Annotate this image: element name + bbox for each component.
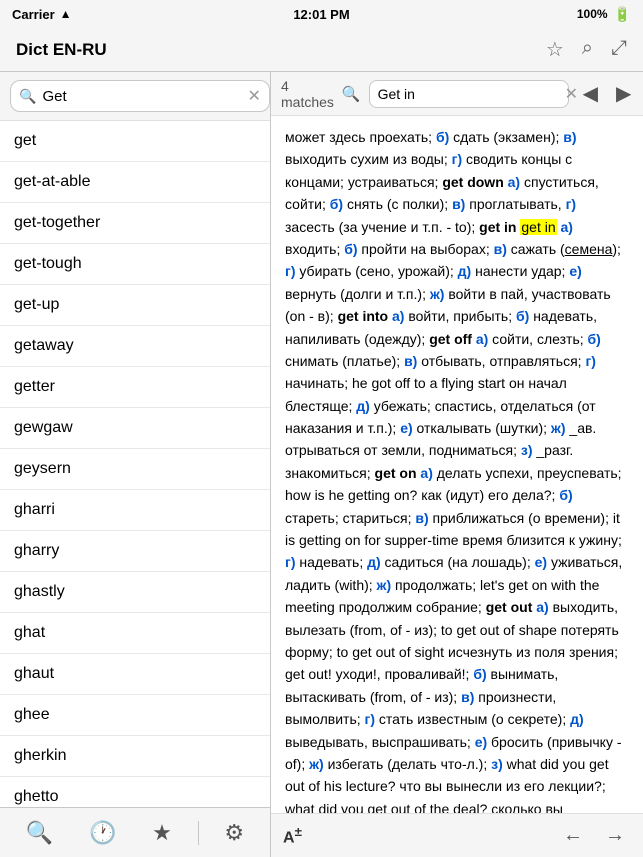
list-item[interactable]: gherkin (0, 736, 270, 777)
right-topbar: 4 matches 🔍 ✕ ◀ ▶ (271, 72, 643, 116)
search-term-box[interactable]: ✕ (369, 80, 569, 108)
list-item[interactable]: gewgaw (0, 408, 270, 449)
word-list: get get-at-able get-together get-tough g… (0, 121, 270, 807)
list-item[interactable]: ghat (0, 613, 270, 654)
prev-match-button[interactable]: ◀ (577, 79, 604, 108)
list-item[interactable]: gharri (0, 490, 270, 531)
list-item[interactable]: get-tough (0, 244, 270, 285)
status-time: 12:01 PM (293, 7, 349, 22)
list-item[interactable]: geysern (0, 449, 270, 490)
list-item[interactable]: get-up (0, 285, 270, 326)
star-icon[interactable]: ☆ (546, 37, 564, 62)
matches-count: 4 matches (281, 78, 334, 110)
history-toolbar-button[interactable]: 🕐 (79, 816, 126, 850)
main-container: 🔍 ✕ get get-at-able get-together get-tou… (0, 72, 643, 857)
list-item[interactable]: get-at-able (0, 162, 270, 203)
font-size-button[interactable]: A± (283, 824, 302, 847)
list-item[interactable]: getter (0, 367, 270, 408)
definition-text: может здесь проехать; б) сдать (экзамен)… (285, 126, 629, 813)
list-item[interactable]: ghastly (0, 572, 270, 613)
battery-label: 100% (577, 7, 608, 21)
bottom-toolbar: 🔍 🕐 ★ ⚙ (0, 807, 270, 857)
search-in-definition-icon: 🔍 (342, 85, 361, 103)
clear-search-button[interactable]: ✕ (247, 86, 260, 106)
list-item[interactable]: ghaut (0, 654, 270, 695)
expand-icon[interactable]: ⤢ (611, 37, 627, 62)
carrier-label: Carrier (12, 7, 55, 22)
app-title: Dict EN-RU (16, 40, 107, 60)
search-icon-small: 🔍 (19, 88, 36, 105)
next-page-button[interactable]: → (599, 822, 631, 849)
search-input[interactable] (42, 88, 241, 105)
next-match-button[interactable]: ▶ (610, 79, 637, 108)
list-item[interactable]: ghetto (0, 777, 270, 807)
header: Dict EN-RU ☆ ⌕ ⤢ (0, 28, 643, 72)
definition-area[interactable]: может здесь проехать; б) сдать (экзамен)… (271, 116, 643, 813)
favorites-toolbar-button[interactable]: ★ (142, 816, 182, 850)
right-topbar-actions: ◀ ▶ (577, 79, 638, 108)
search-icon[interactable]: ⌕ (582, 37, 593, 62)
left-panel: 🔍 ✕ get get-at-able get-together get-tou… (0, 72, 271, 857)
battery-icon: 🔋 (614, 6, 631, 23)
list-item[interactable]: gharry (0, 531, 270, 572)
search-bar: 🔍 ✕ (0, 72, 270, 121)
search-toolbar-button[interactable]: 🔍 (16, 816, 63, 850)
right-panel: 4 matches 🔍 ✕ ◀ ▶ может здесь проехать; … (271, 72, 643, 857)
list-item[interactable]: get-together (0, 203, 270, 244)
toolbar-separator (198, 821, 199, 845)
search-input-wrapper[interactable]: 🔍 ✕ (10, 80, 270, 112)
status-bar: Carrier ▲ 12:01 PM 100% 🔋 (0, 0, 643, 28)
right-bottom-nav: ← → (557, 822, 631, 849)
prev-page-button[interactable]: ← (557, 822, 589, 849)
wifi-signal-icon: ▲ (60, 7, 72, 21)
list-item[interactable]: get (0, 121, 270, 162)
settings-toolbar-button[interactable]: ⚙ (214, 816, 254, 850)
definition-search-input[interactable] (378, 86, 559, 102)
list-item[interactable]: ghee (0, 695, 270, 736)
right-bottombar: A± ← → (271, 813, 643, 857)
list-item[interactable]: getaway (0, 326, 270, 367)
